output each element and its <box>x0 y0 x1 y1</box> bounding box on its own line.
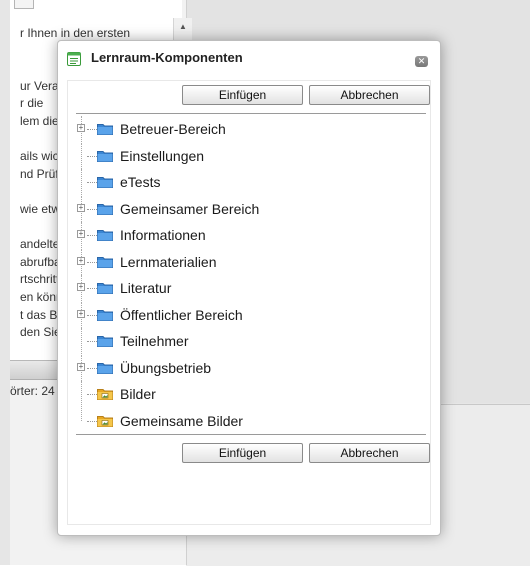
insert-button-top[interactable]: Einfügen <box>182 85 303 105</box>
dialog-body: Einfügen Abbrechen + Betreuer-Bereich Eins… <box>67 80 431 525</box>
tree-connector <box>87 394 97 395</box>
expand-plus-icon[interactable]: + <box>77 230 85 238</box>
expand-plus-icon[interactable]: + <box>77 124 85 132</box>
background-editor-line: r die <box>20 96 44 111</box>
tree-item[interactable]: Bilder <box>68 381 432 407</box>
tree-connector <box>87 261 97 263</box>
components-dialog: Lernraum-Komponenten ✕ Einfügen Abbreche… <box>57 40 441 536</box>
tree-connector <box>87 155 97 157</box>
tree-item[interactable]: Gemeinsame Bilder <box>68 407 432 434</box>
folder-icon <box>97 177 113 188</box>
background-editor-line: rtschritt <box>20 272 60 287</box>
expand-plus-icon[interactable]: + <box>77 256 85 265</box>
tree-connector <box>87 314 97 316</box>
background-editor-line: r Ihnen in den ersten <box>20 26 131 40</box>
background-editor-line: ails wicl <box>20 149 62 164</box>
tree-connector <box>87 288 97 289</box>
tree-item-label: eTests <box>120 174 161 190</box>
tree-item[interactable]: + Gemeinsamer Bereich <box>68 195 432 222</box>
tree-guide-line <box>81 407 82 421</box>
close-icon[interactable]: ✕ <box>415 56 428 67</box>
background-editor-line: t das B <box>20 307 58 322</box>
tree-item-label: Informationen <box>120 227 206 243</box>
tree-item[interactable]: + Lernmaterialien <box>68 248 432 275</box>
tree-item-label: Gemeinsamer Bereich <box>120 200 260 217</box>
tree-item-label: Öffentlicher Bereich <box>120 306 243 323</box>
tree-guide-line <box>81 142 82 169</box>
folder-icon <box>97 150 113 162</box>
tree-item-label: Einstellungen <box>120 147 205 164</box>
dialog-title: Lernraum-Komponenten <box>91 50 243 65</box>
tree-guide-line <box>81 328 82 354</box>
background-editor-line: andelte <box>20 237 60 252</box>
tree-item-label: Literatur <box>120 280 172 296</box>
folder-icon <box>97 309 113 321</box>
tree-guide-line <box>81 381 82 407</box>
expand-plus-icon[interactable]: + <box>77 203 85 212</box>
tree-connector <box>87 235 97 236</box>
folder-icon <box>97 362 113 374</box>
expand-plus-icon[interactable]: + <box>77 283 85 291</box>
background-editor-line: lem die <box>20 114 59 128</box>
cancel-button-top[interactable]: Abbrechen <box>309 85 430 105</box>
background-editor-line: den Sie <box>20 325 61 340</box>
tree-item-label: Übungsbetrieb <box>120 359 212 376</box>
divider-bottom <box>76 434 426 435</box>
tree-connector <box>87 341 97 342</box>
tree-connector <box>87 420 97 422</box>
image-folder-icon <box>97 389 113 400</box>
tree-connector <box>87 129 97 130</box>
folder-icon <box>97 256 113 268</box>
tree-item[interactable]: + Übungsbetrieb <box>68 354 432 381</box>
scroll-up-arrow-icon[interactable]: ▲ <box>174 22 192 31</box>
image-folder-icon <box>97 415 113 427</box>
tree-connector <box>87 367 97 369</box>
folder-icon <box>97 230 113 241</box>
folder-icon <box>97 124 113 135</box>
tree-item-label: Gemeinsame Bilder <box>120 412 243 429</box>
tree-item-label: Lernmaterialien <box>120 253 217 270</box>
tree-item-label: Betreuer-Bereich <box>120 121 226 137</box>
expand-plus-icon[interactable]: + <box>77 362 85 371</box>
background-tab[interactable] <box>14 0 34 9</box>
tree-item[interactable]: Teilnehmer <box>68 328 432 354</box>
folder-icon <box>97 283 113 294</box>
folder-icon <box>97 203 113 215</box>
tree-item[interactable]: + Literatur <box>68 275 432 301</box>
background-word-count: örter: 24 <box>10 384 55 398</box>
background-editor-line: ur Vera <box>20 78 59 93</box>
tree-item[interactable]: + Öffentlicher Bereich <box>68 301 432 328</box>
tree-item-label: Teilnehmer <box>120 333 189 349</box>
dialog-header[interactable]: Lernraum-Komponenten ✕ <box>58 41 440 75</box>
expand-plus-icon[interactable]: + <box>77 309 85 318</box>
background-editor-line: wie etw <box>20 202 61 216</box>
insert-button-bottom[interactable]: Einfügen <box>182 443 303 463</box>
tree-item[interactable]: eTests <box>68 169 432 195</box>
folder-icon <box>97 336 113 347</box>
tree-item[interactable]: + Betreuer-Bereich <box>68 116 432 142</box>
tree-guide-line <box>81 169 82 195</box>
tree-connector <box>87 208 97 210</box>
tree-item[interactable]: Einstellungen <box>68 142 432 169</box>
cancel-button-bottom[interactable]: Abbrechen <box>309 443 430 463</box>
tree-item-label: Bilder <box>120 386 156 402</box>
tree-item[interactable]: + Informationen <box>68 222 432 248</box>
list-window-icon <box>67 52 81 66</box>
tree-connector <box>87 182 97 183</box>
divider-top <box>76 113 426 114</box>
